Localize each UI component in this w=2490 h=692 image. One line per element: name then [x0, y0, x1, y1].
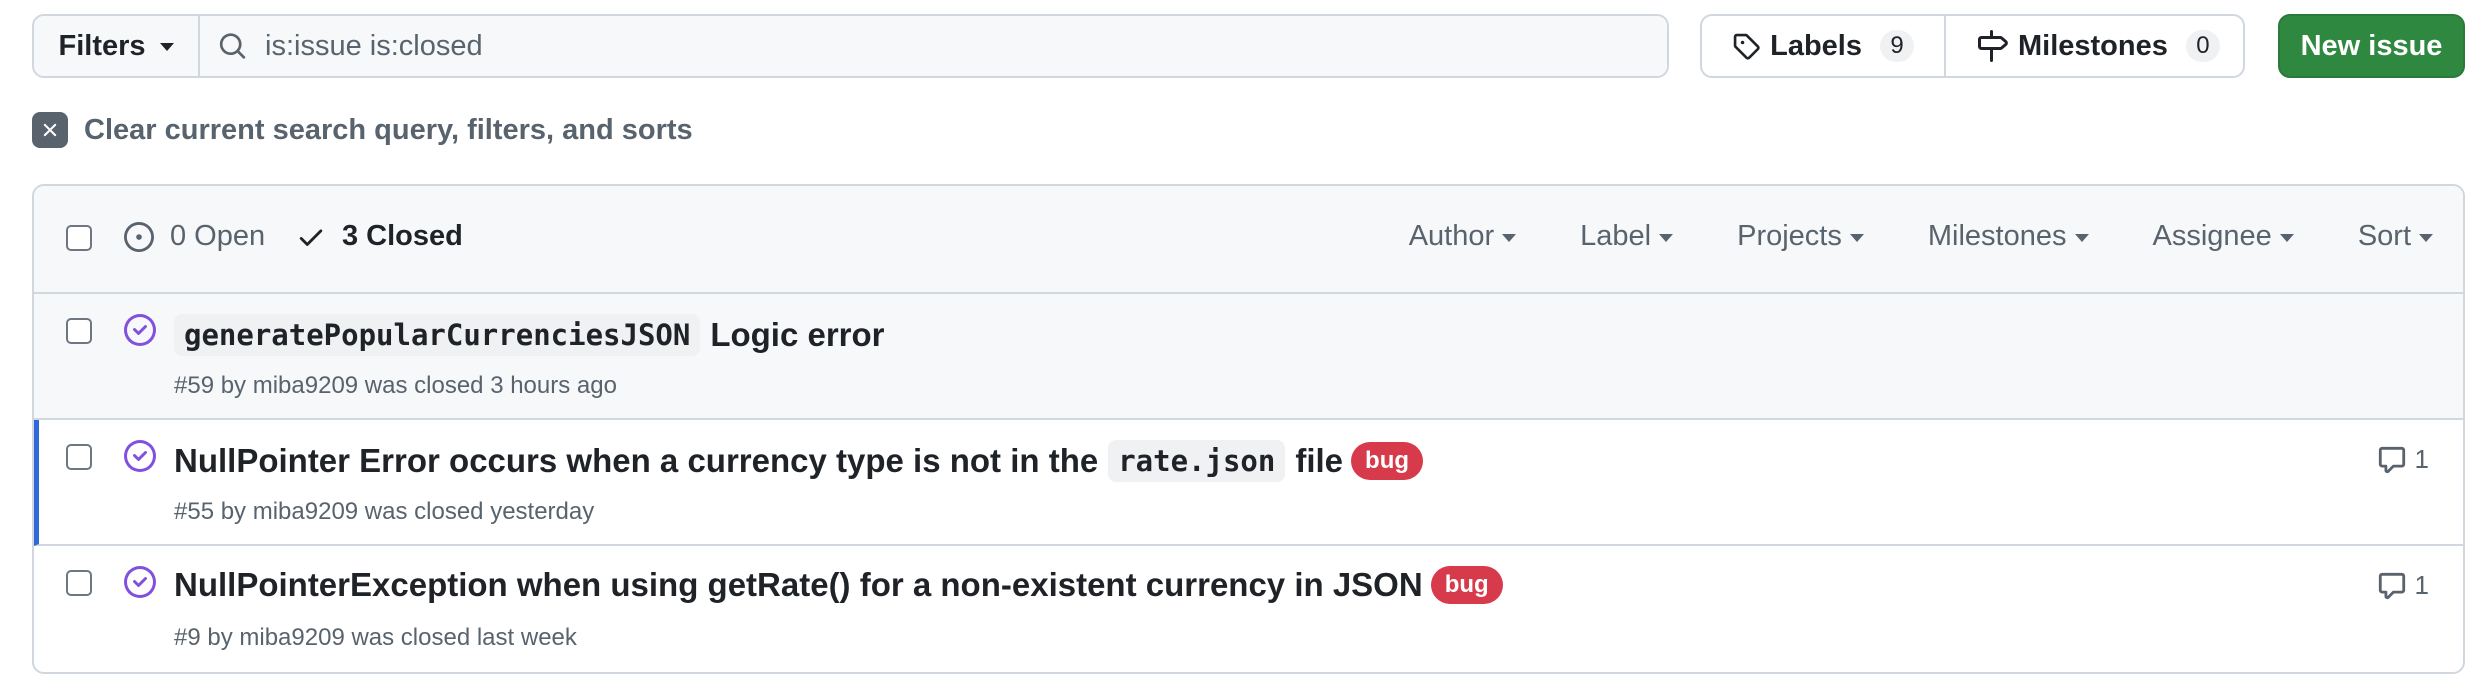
search-icon: [219, 33, 246, 59]
issue-filter-menus: Author Label Projects Milestones Assigne…: [1345, 220, 2433, 253]
issue-closed-icon: [124, 566, 156, 598]
clear-query-label: Clear current search query, filters, and…: [84, 113, 693, 146]
comments-count: 1: [2414, 444, 2429, 474]
issue-open-icon: [124, 221, 154, 252]
caret-down-icon: [2074, 233, 2089, 242]
assignee-filter-label: Assignee: [2152, 220, 2272, 252]
caret-down-icon: [2279, 233, 2294, 242]
filter-search-group: Filters: [32, 14, 1669, 78]
comment-icon: [2378, 572, 2405, 599]
open-issues-label: 0 Open: [170, 220, 266, 252]
comments-count: 1: [2414, 570, 2429, 600]
issue-title-link[interactable]: NullPointerException when using getRate(…: [174, 566, 1503, 604]
issue-row[interactable]: generatePopularCurrenciesJSON Logic erro…: [34, 294, 2463, 420]
select-all-checkbox[interactable]: [66, 225, 92, 251]
assignee-filter[interactable]: Assignee: [2153, 220, 2294, 253]
new-issue-button[interactable]: New issue: [2278, 14, 2465, 78]
milestones-filter-label: Milestones: [1927, 220, 2067, 252]
search-input[interactable]: [265, 29, 1667, 63]
labels-count: 9: [1880, 30, 1914, 62]
bug-label-badge[interactable]: bug: [1430, 566, 1503, 604]
milestones-label: Milestones: [2018, 29, 2168, 62]
issue-checkbox[interactable]: [66, 570, 92, 596]
bug-label-badge[interactable]: bug: [1351, 442, 1424, 480]
open-issues-tab[interactable]: 0 Open: [124, 220, 265, 253]
caret-down-icon: [1502, 233, 1517, 242]
milestones-link[interactable]: Milestones 0: [1946, 16, 2243, 76]
author-filter-label: Author: [1408, 220, 1495, 252]
issue-closed-icon: [124, 440, 156, 472]
issue-title-link[interactable]: NullPointer Error occurs when a currency…: [174, 440, 1424, 482]
projects-filter-label: Projects: [1737, 220, 1842, 252]
issue-title-text-after: file: [1295, 442, 1344, 479]
caret-down-icon: [1659, 233, 1674, 242]
issue-checkbox[interactable]: [66, 318, 92, 344]
issue-row[interactable]: NullPointer Error occurs when a currency…: [34, 420, 2463, 546]
issues-list: 0 Open 3 Closed Author Label Projects Mi…: [32, 184, 2465, 674]
closed-issues-tab[interactable]: 3 Closed: [296, 220, 463, 253]
issue-title-text: Logic error: [710, 316, 885, 353]
labels-label: Labels: [1770, 29, 1862, 62]
issue-title-text: NullPointer Error occurs when a currency…: [174, 442, 1099, 479]
tag-icon: [1733, 33, 1760, 60]
milestone-icon: [1978, 30, 2008, 62]
projects-filter[interactable]: Projects: [1737, 220, 1864, 253]
issue-title-text: NullPointerException when using getRate(…: [174, 566, 1423, 603]
issue-title-link[interactable]: generatePopularCurrenciesJSON Logic erro…: [174, 314, 885, 356]
issue-title-code: generatePopularCurrenciesJSON: [174, 314, 701, 356]
comments-link[interactable]: 1: [2377, 444, 2429, 475]
comments-link[interactable]: 1: [2377, 570, 2429, 601]
caret-down-icon: [2419, 233, 2433, 242]
sort-filter[interactable]: Sort: [2358, 220, 2433, 253]
sort-filter-label: Sort: [2357, 220, 2411, 252]
issue-row[interactable]: NullPointerException when using getRate(…: [34, 546, 2463, 672]
caret-down-icon: [159, 43, 174, 51]
search-box[interactable]: [200, 16, 1667, 76]
issue-title-code: rate.json: [1108, 440, 1286, 482]
issue-closed-icon: [124, 314, 156, 346]
author-filter[interactable]: Author: [1408, 220, 1517, 253]
milestones-count: 0: [2185, 30, 2220, 62]
issue-checkbox[interactable]: [66, 444, 92, 470]
closed-issues-label: 3 Closed: [342, 220, 463, 252]
issue-meta: #59 by miba9209 was closed 3 hours ago: [174, 372, 617, 399]
milestones-filter[interactable]: Milestones: [1928, 220, 2089, 253]
labels-link[interactable]: Labels 9: [1702, 16, 1946, 76]
caret-down-icon: [1849, 233, 1864, 242]
check-icon: [299, 229, 323, 246]
filters-label: Filters: [58, 29, 146, 62]
label-filter[interactable]: Label: [1580, 220, 1674, 253]
issues-list-header: 0 Open 3 Closed Author Label Projects Mi…: [34, 186, 2463, 294]
label-filter-label: Label: [1580, 220, 1652, 252]
issue-meta: #9 by miba9209 was closed last week: [174, 624, 577, 651]
labels-milestones-group: Labels 9 Milestones 0: [1700, 14, 2245, 78]
clear-query-link[interactable]: Clear current search query, filters, and…: [32, 112, 693, 148]
comment-icon: [2378, 446, 2405, 473]
x-icon: [32, 112, 68, 148]
filters-button[interactable]: Filters: [34, 16, 200, 76]
issue-meta: #55 by miba9209 was closed yesterday: [174, 498, 595, 525]
